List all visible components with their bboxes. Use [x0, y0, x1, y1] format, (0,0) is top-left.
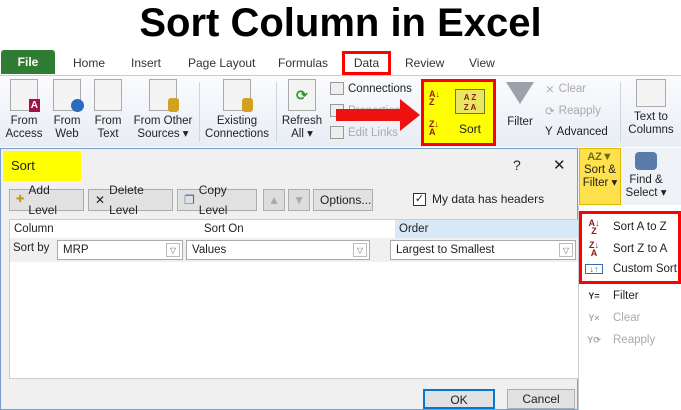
headers-checkbox[interactable]: ✓ My data has headers [413, 192, 544, 206]
menu-item-sort-a-to-z[interactable]: A↓ Z Sort A to Z [585, 218, 667, 236]
tab-data[interactable]: Data [342, 51, 391, 75]
existing-connections-icon [223, 79, 253, 112]
filter-icon: Y= [588, 291, 600, 301]
close-button[interactable]: ✕ [553, 156, 566, 174]
checkbox-checked-icon: ✓ [413, 192, 426, 206]
sort-on-select[interactable]: Values ▽ [186, 240, 370, 260]
from-other-sources-button[interactable]: From Other Sources ▾ [130, 76, 196, 141]
connections-button[interactable]: Connections [330, 82, 412, 95]
column-header: Column [14, 223, 54, 235]
from-web-button[interactable]: From Web [48, 76, 86, 141]
menu-item-custom-sort[interactable]: ↓↑ Custom Sort [585, 263, 677, 275]
text-to-columns-icon [636, 79, 666, 107]
text-to-columns-button[interactable]: Text to Columns [626, 76, 676, 137]
menu-item-filter[interactable]: Y= Filter [585, 290, 638, 302]
find-select-button[interactable]: Find & Select ▾ [624, 148, 668, 200]
tab-review[interactable]: Review [405, 52, 444, 74]
move-down-button[interactable]: ▼ [288, 189, 310, 211]
copy-icon: ❐ [184, 193, 195, 207]
tab-insert[interactable]: Insert [131, 52, 161, 74]
order-select[interactable]: Largest to Smallest ▽ [390, 240, 576, 260]
access-icon: A [10, 79, 40, 112]
sort-az-icon: A↓ Z [588, 218, 600, 236]
link-icon [330, 126, 344, 139]
menu-item-sort-z-to-a[interactable]: Z↓ A Sort Z to A [585, 240, 667, 258]
reapply-icon: Y⟳ [587, 335, 601, 345]
move-up-button[interactable]: ▲ [263, 189, 285, 211]
tab-view[interactable]: View [469, 52, 495, 74]
chevron-down-icon: ▽ [166, 243, 180, 257]
tab-formulas[interactable]: Formulas [278, 52, 328, 74]
page-title: Sort Column in Excel [139, 1, 542, 45]
add-level-icon: ✚ [16, 194, 25, 205]
refresh-icon: ⟳ [288, 79, 316, 111]
order-header: Order [395, 220, 579, 238]
refresh-all-button[interactable]: ⟳ Refresh All ▾ [280, 76, 324, 141]
from-access-button[interactable]: A From Access [4, 76, 44, 141]
reapply-button[interactable]: ⟳ Reapply [545, 104, 601, 118]
menu-item-reapply[interactable]: Y⟳ Reapply [585, 334, 655, 346]
tab-page-layout[interactable]: Page Layout [188, 52, 255, 74]
clear-filter-icon: Y× [588, 313, 600, 323]
editing-group: AZ▼ Sort & Filter ▾ Find & Select ▾ [578, 148, 681, 205]
clear-filter-icon: ⨯ [545, 84, 555, 96]
clear-button[interactable]: ⨯ Clear [545, 82, 586, 96]
binoculars-icon [635, 152, 657, 170]
sort-filter-button[interactable]: AZ▼ Sort & Filter ▾ [579, 148, 621, 205]
advanced-filter-icon: Y [545, 126, 553, 138]
custom-sort-icon: ↓↑ [585, 264, 603, 274]
sort-filter-icon: AZ▼ [587, 151, 613, 163]
web-globe-icon [53, 79, 84, 112]
delete-level-button[interactable]: ✕ Delete Level [88, 183, 173, 217]
advanced-button[interactable]: Y Advanced [545, 126, 608, 138]
sort-by-label: Sort by [13, 242, 50, 254]
sort-group-highlight: A↓ Z Z↓ A A ZZ A Sort [421, 79, 496, 146]
tab-home[interactable]: Home [73, 52, 105, 74]
help-button[interactable]: ? [513, 157, 521, 173]
menu-item-clear[interactable]: Y× Clear [585, 312, 640, 324]
sort-dialog: Sort ? ✕ ✚ Add Level ✕ Delete Level ❐ Copy … [0, 148, 579, 410]
sort-za-icon: Z↓ A [589, 240, 599, 258]
column-select[interactable]: MRP ▽ [57, 240, 183, 260]
add-level-button[interactable]: ✚ Add Level [9, 183, 84, 217]
sort-on-header: Sort On [204, 223, 244, 235]
sort-za-icon[interactable]: Z↓ A [429, 120, 439, 137]
reapply-icon: ⟳ [545, 106, 555, 118]
connections-icon [330, 82, 344, 95]
ok-button[interactable]: OK [423, 389, 495, 409]
edit-links-button[interactable]: Edit Links [330, 126, 398, 139]
arrow-down-icon: ▼ [293, 193, 305, 207]
copy-level-button[interactable]: ❐ Copy Level [177, 183, 257, 217]
delete-icon: ✕ [95, 193, 106, 207]
sort-levels-grid: Column Sort On Order Sort by MRP ▽ Values… [9, 219, 579, 379]
sort-filter-menu: A↓ Z Sort A to Z Z↓ A Sort Z to A ↓↑ Custom S… [578, 205, 681, 410]
cancel-button[interactable]: Cancel [507, 389, 575, 409]
database-icon [149, 79, 179, 112]
sort-dialog-icon: A ZZ A [455, 89, 485, 114]
annotation-arrow [336, 99, 420, 131]
arrow-up-icon: ▲ [268, 193, 280, 207]
filter-funnel-icon [506, 82, 534, 104]
chevron-down-icon: ▽ [559, 243, 573, 257]
options-button[interactable]: Options... [313, 189, 373, 211]
filter-button[interactable]: Filter [502, 76, 538, 129]
chevron-down-icon: ▽ [353, 243, 367, 257]
from-text-button[interactable]: From Text [90, 76, 126, 141]
text-file-icon [94, 79, 122, 111]
sort-az-icon[interactable]: A↓ Z [429, 90, 440, 107]
tab-file[interactable]: File [1, 50, 55, 74]
dialog-title: Sort [3, 151, 81, 181]
sort-button[interactable]: Sort [459, 122, 481, 136]
existing-connections-button[interactable]: Existing Connections [202, 76, 272, 141]
